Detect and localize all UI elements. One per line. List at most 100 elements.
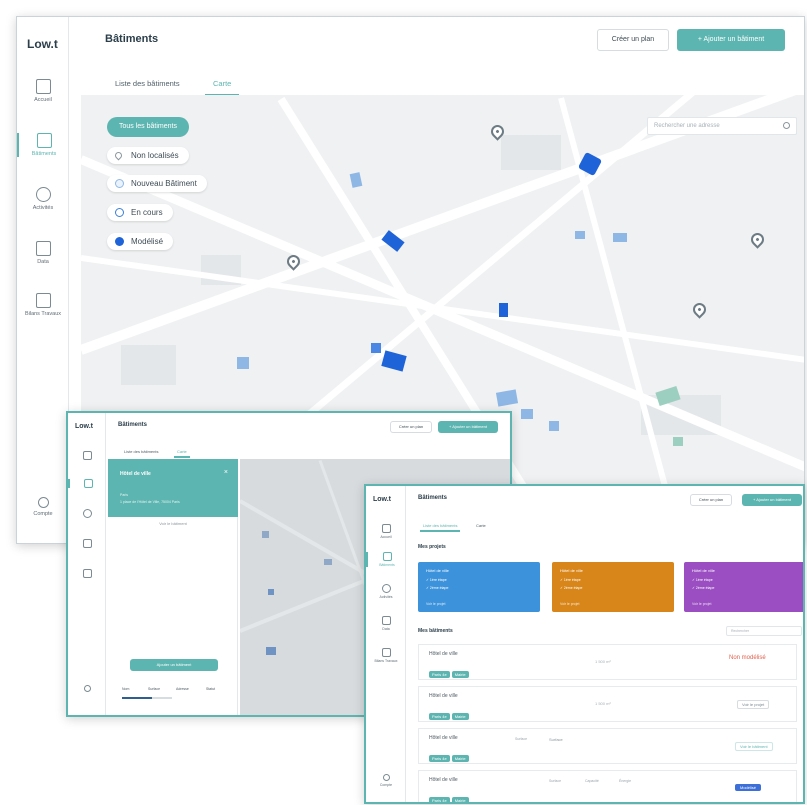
activity-icon xyxy=(381,584,391,593)
report-icon xyxy=(35,293,51,308)
sidebar-item-data[interactable]: Data xyxy=(17,241,69,265)
legend-label: Non localisés xyxy=(131,151,179,160)
row-meta: Capacité xyxy=(585,779,599,783)
table-row[interactable]: Hôtel de ville Paris 4e Mairie Surface Ca… xyxy=(418,770,797,802)
sidebar: Low.t Accueil Bâtiments Activités Data B… xyxy=(17,17,69,543)
sidebar-item-label: Data xyxy=(37,259,49,265)
building-marker[interactable] xyxy=(266,647,276,655)
row-status[interactable]: Voir le projet xyxy=(737,700,770,709)
sidebar-item-label: Bilans Travaux xyxy=(374,659,398,663)
row-status[interactable]: Voir le bâtiment xyxy=(735,742,773,751)
legend-en-cours[interactable]: En cours xyxy=(107,204,173,221)
create-plan-button[interactable]: Créer un plan xyxy=(690,494,732,506)
row-status[interactable]: Modélisé xyxy=(735,784,762,791)
sidebar-item-activites[interactable]: Activités xyxy=(366,584,406,599)
sidebar-item-activites[interactable]: Activités xyxy=(17,187,69,211)
tag: Mairie xyxy=(451,671,469,678)
sidebar-item-label: Bâtiments xyxy=(31,151,57,157)
location-pin-icon[interactable] xyxy=(690,300,709,319)
add-building-button[interactable]: + Ajouter un bâtiment xyxy=(438,421,498,433)
building-marker[interactable] xyxy=(268,589,274,595)
legend-modelise[interactable]: Modélisé xyxy=(107,233,174,250)
tab-map[interactable]: Carte xyxy=(476,523,486,528)
project-card-line: ✓ 2ème étape xyxy=(560,586,583,590)
row-center: Surface xyxy=(549,737,563,742)
detail-footer: Nom Surface Adresse Statut xyxy=(118,685,230,705)
table-row[interactable]: Hôtel de ville Paris 4e Mairie 1 500 m² V… xyxy=(418,686,797,722)
add-building-button[interactable]: + Ajouter un bâtiment xyxy=(677,29,785,51)
sidebar-item-batiments[interactable] xyxy=(68,479,106,488)
building-marker[interactable] xyxy=(262,531,269,538)
sidebar-item-bilans[interactable] xyxy=(68,569,106,578)
sidebar-item-label: Activités xyxy=(379,595,393,599)
footer-label: Surface xyxy=(148,687,161,691)
tab-list[interactable]: Liste des bâtiments xyxy=(115,79,180,94)
legend-label: Nouveau Bâtiment xyxy=(131,179,197,188)
map-search-box[interactable]: Rechercher une adresse xyxy=(647,117,797,135)
building-marker[interactable] xyxy=(324,559,332,565)
row-meta: Surface xyxy=(549,779,562,783)
tab-list[interactable]: Liste des bâtiments xyxy=(420,523,461,532)
tab-list[interactable]: Liste des bâtiments xyxy=(124,449,158,454)
user-icon xyxy=(382,774,390,781)
dashboard-icon xyxy=(35,79,51,94)
filter-all-buildings-button[interactable]: Tous les bâtiments xyxy=(107,117,189,137)
building-marker-modelise[interactable] xyxy=(499,303,508,317)
sidebar-item-activites[interactable] xyxy=(68,509,106,518)
building-search-input[interactable]: Rechercher xyxy=(726,626,802,636)
table-row[interactable]: Hôtel de ville Paris 4e Mairie Surface Su… xyxy=(418,728,797,764)
view-building-link[interactable]: Voir le bâtiment xyxy=(108,521,238,526)
map-park xyxy=(673,437,683,446)
row-center: 1 500 m² xyxy=(595,701,611,706)
sidebar-item-accueil[interactable] xyxy=(68,451,106,460)
sidebar-item-data[interactable] xyxy=(68,539,106,548)
sidebar-item-account[interactable] xyxy=(68,685,106,692)
sidebar-item-accueil[interactable]: Accueil xyxy=(366,524,406,539)
dashboard-icon xyxy=(82,451,92,460)
building-marker-modelise[interactable] xyxy=(381,350,407,372)
row-meta: Énergie xyxy=(619,779,632,783)
map-block xyxy=(121,345,176,385)
report-icon xyxy=(82,569,92,578)
location-pin-icon[interactable] xyxy=(748,230,767,249)
building-marker-encours[interactable] xyxy=(495,389,519,407)
building-marker-encours[interactable] xyxy=(237,357,249,369)
row-tags: Paris 4e Mairie xyxy=(429,705,471,723)
tag: Paris 4e xyxy=(429,797,450,802)
project-card-line: ✓ 1ère étape xyxy=(560,578,581,582)
sidebar-item-bilans[interactable]: Bilans Travaux xyxy=(366,648,406,663)
detail-panel-header: Hôtel de ville × Paris 1 place de l'Hôte… xyxy=(108,459,238,517)
project-card[interactable]: Hôtel de ville ✓ 1ère étape ✓ 2ème étape… xyxy=(684,562,803,612)
legend-nouveau[interactable]: Nouveau Bâtiment xyxy=(107,175,207,192)
project-card[interactable]: Hôtel de ville ✓ 1ère étape ✓ 2ème étape… xyxy=(552,562,674,612)
sidebar-item-batiments[interactable]: Bâtiments xyxy=(17,133,69,157)
report-icon xyxy=(381,648,391,657)
building-city: Paris xyxy=(120,493,128,497)
building-marker-encours[interactable] xyxy=(613,233,627,242)
footer-label: Adresse xyxy=(176,687,189,691)
sidebar-item-account[interactable]: Compte xyxy=(17,497,69,517)
building-marker-encours[interactable] xyxy=(349,172,363,188)
sidebar-item-bilans[interactable]: Bilans Travaux xyxy=(17,293,69,318)
tab-map[interactable]: Carte xyxy=(205,79,240,96)
building-marker-encours[interactable] xyxy=(549,421,559,431)
row-building-name: Hôtel de ville xyxy=(429,693,458,699)
add-building-cta[interactable]: Ajouter un bâtiment xyxy=(130,659,218,671)
table-row[interactable]: Hôtel de ville Paris 4e Mairie 1 500 m² N… xyxy=(418,644,797,680)
building-marker-encours[interactable] xyxy=(371,343,381,353)
close-icon[interactable]: × xyxy=(224,469,228,476)
create-plan-button[interactable]: Créer un plan xyxy=(390,421,432,433)
project-card[interactable]: Hôtel de ville ✓ 1ère étape ✓ 2ème étape… xyxy=(418,562,540,612)
create-plan-button[interactable]: Créer un plan xyxy=(597,29,669,51)
sidebar-item-account[interactable]: Compte xyxy=(366,774,406,787)
legend-non-localises[interactable]: Non localisés xyxy=(107,147,189,164)
sidebar-item-batiments[interactable]: Bâtiments xyxy=(366,552,406,567)
project-card-footer: Voir le projet xyxy=(426,602,446,606)
add-building-button[interactable]: + Ajouter un bâtiment xyxy=(742,494,802,506)
building-marker-encours[interactable] xyxy=(575,231,585,239)
sidebar-item-data[interactable]: Data xyxy=(366,616,406,631)
building-marker-encours[interactable] xyxy=(521,409,533,419)
row-tags: Paris 4e Mairie xyxy=(429,789,471,802)
sidebar-item-accueil[interactable]: Accueil xyxy=(17,79,69,103)
tab-map[interactable]: Carte xyxy=(174,449,190,458)
